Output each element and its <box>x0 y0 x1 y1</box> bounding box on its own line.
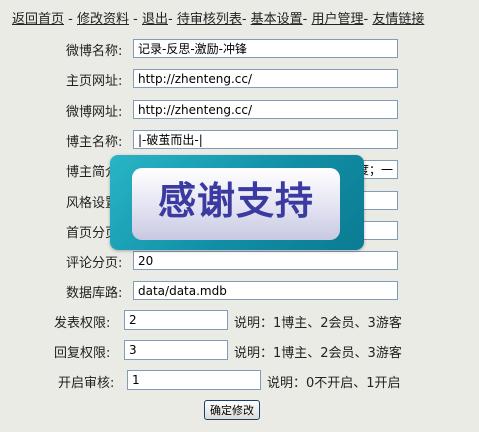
thanks-badge-text: 感谢支持 <box>157 179 314 223</box>
audit-input[interactable] <box>127 370 261 390</box>
reply-permission-note: 说明：1博主、2会员、3游客 <box>234 346 402 361</box>
home-url-input[interactable] <box>133 69 398 88</box>
submit-button[interactable]: 确定修改 <box>204 400 260 420</box>
post-permission-input[interactable] <box>124 310 228 330</box>
nav-separator: - <box>129 12 142 27</box>
comment-paging-input[interactable] <box>133 251 398 270</box>
blog-name-label: 微博名称: <box>66 44 123 59</box>
owner-name-label: 博主名称: <box>66 135 123 150</box>
nav-separator: - <box>167 12 177 27</box>
settings-page: 返回首页 - 修改资料 - 退出- 待审核列表- 基本设置- 用户管理- 友情链… <box>0 0 479 432</box>
reply-permission-label: 回复权限: <box>54 346 111 361</box>
database-input[interactable] <box>133 281 398 300</box>
nav-edit-profile-link[interactable]: 修改资料 <box>77 12 129 27</box>
nav-separator: - <box>302 12 312 27</box>
owner-name-input[interactable] <box>133 130 398 149</box>
nav-separator: - <box>241 12 251 27</box>
nav-logout-link[interactable]: 退出 <box>142 12 168 27</box>
audit-note: 说明：0不开启、1开启 <box>267 376 401 391</box>
thanks-badge-panel: 感谢支持 <box>132 168 340 240</box>
nav-friend-links-link[interactable]: 友情链接 <box>372 12 424 27</box>
nav-user-management-link[interactable]: 用户管理 <box>312 12 364 27</box>
home-url-label: 主页网址: <box>66 74 123 89</box>
nav-basic-settings-link[interactable]: 基本设置 <box>251 12 303 27</box>
reply-permission-input[interactable] <box>124 340 228 360</box>
nav-home-link[interactable]: 返回首页 <box>12 12 64 27</box>
post-permission-note: 说明：1博主、2会员、3游客 <box>234 316 402 331</box>
database-label: 数据库路: <box>66 286 123 301</box>
blog-url-label: 微博网址: <box>66 105 123 120</box>
thanks-badge: 感谢支持 <box>110 155 364 250</box>
blog-name-input[interactable] <box>133 39 398 58</box>
blog-url-input[interactable] <box>133 100 398 119</box>
nav-separator: - <box>64 12 77 27</box>
comment-paging-label: 评论分页: <box>66 256 123 271</box>
nav-pending-review-link[interactable]: 待审核列表 <box>177 12 242 27</box>
post-permission-label: 发表权限: <box>54 316 111 331</box>
top-nav: 返回首页 - 修改资料 - 退出- 待审核列表- 基本设置- 用户管理- 友情链… <box>12 8 424 27</box>
audit-label: 开启审核: <box>58 376 115 391</box>
